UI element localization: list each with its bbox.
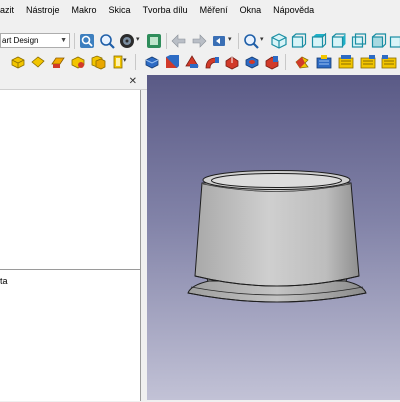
zoom-dropdown-icon[interactable]: ▾ xyxy=(260,35,264,43)
toolbar-separator xyxy=(238,33,239,49)
draft-icon[interactable] xyxy=(381,54,397,70)
zoom-fit-all-icon[interactable] xyxy=(79,33,95,49)
close-icon[interactable]: ✕ xyxy=(129,75,137,88)
workbench-selector-value: art Design xyxy=(2,36,38,45)
cup-model[interactable] xyxy=(147,75,400,400)
property-label: ta xyxy=(0,276,8,286)
property-view[interactable]: ta xyxy=(0,269,141,401)
hole-icon[interactable] xyxy=(244,54,260,70)
draw-style-dropdown-icon[interactable]: ▾ xyxy=(136,35,140,43)
menu-bar: azit Nástroje Makro Skica Tvorba dílu Mě… xyxy=(0,0,400,20)
create-part-icon[interactable] xyxy=(30,54,46,70)
menu-item-sketch[interactable]: Skica xyxy=(103,0,137,20)
menu-item-help[interactable]: Nápověda xyxy=(267,0,320,20)
sub-shape-binder-icon[interactable] xyxy=(70,54,86,70)
toolbar-separator xyxy=(135,54,136,70)
shape-binder-icon[interactable] xyxy=(50,54,66,70)
workbench-arrow-dropdown-icon[interactable]: ▾ xyxy=(228,35,232,43)
sync-view-icon[interactable] xyxy=(146,33,162,49)
panel-header: ✕ xyxy=(0,75,147,90)
zoom-fit-selection-icon[interactable] xyxy=(99,33,115,49)
pipe-icon[interactable] xyxy=(204,54,220,70)
forward-arrow-icon[interactable] xyxy=(191,33,207,49)
isometric-view-icon[interactable] xyxy=(271,33,287,49)
workbench-selector[interactable]: art Design ▼ xyxy=(0,33,70,48)
toolbar-separator xyxy=(285,54,286,70)
menu-item-edit[interactable]: azit xyxy=(0,0,20,20)
back-arrow-icon[interactable] xyxy=(171,33,187,49)
chamfer-icon[interactable] xyxy=(360,54,376,70)
top-view-icon[interactable] xyxy=(311,33,327,49)
front-view-icon[interactable] xyxy=(291,33,307,49)
menu-item-windows[interactable]: Okna xyxy=(234,0,268,20)
subtractive-loft-icon[interactable] xyxy=(294,54,310,70)
create-body-icon[interactable] xyxy=(10,54,26,70)
workbench-arrow-icon[interactable] xyxy=(211,33,227,49)
zoom-icon[interactable] xyxy=(243,33,259,49)
chevron-down-icon: ▼ xyxy=(60,34,67,47)
pad-icon[interactable] xyxy=(144,54,160,70)
menu-item-tools[interactable]: Nástroje xyxy=(20,0,66,20)
revolution-icon[interactable] xyxy=(164,54,180,70)
pocket-icon[interactable] xyxy=(224,54,240,70)
clone-icon[interactable] xyxy=(90,54,106,70)
combo-view-panel: ✕ ta xyxy=(0,75,147,400)
bottom-view-icon[interactable] xyxy=(371,33,387,49)
toolbar-separator xyxy=(166,33,167,49)
subtractive-pipe-icon[interactable] xyxy=(316,54,332,70)
left-view-icon[interactable] xyxy=(389,33,400,49)
groove-icon[interactable] xyxy=(264,54,280,70)
draw-style-icon[interactable] xyxy=(119,33,135,49)
right-view-icon[interactable] xyxy=(331,33,347,49)
menu-item-measure[interactable]: Měření xyxy=(194,0,234,20)
menu-item-part-design[interactable]: Tvorba dílu xyxy=(137,0,194,20)
datum-dropdown-icon[interactable]: ▾ xyxy=(123,56,127,64)
3d-viewport[interactable] xyxy=(147,75,400,400)
rear-view-icon[interactable] xyxy=(351,33,367,49)
menu-item-macro[interactable]: Makro xyxy=(66,0,103,20)
loft-icon[interactable] xyxy=(184,54,200,70)
toolbar-separator xyxy=(74,33,75,49)
fillet-icon[interactable] xyxy=(338,54,354,70)
